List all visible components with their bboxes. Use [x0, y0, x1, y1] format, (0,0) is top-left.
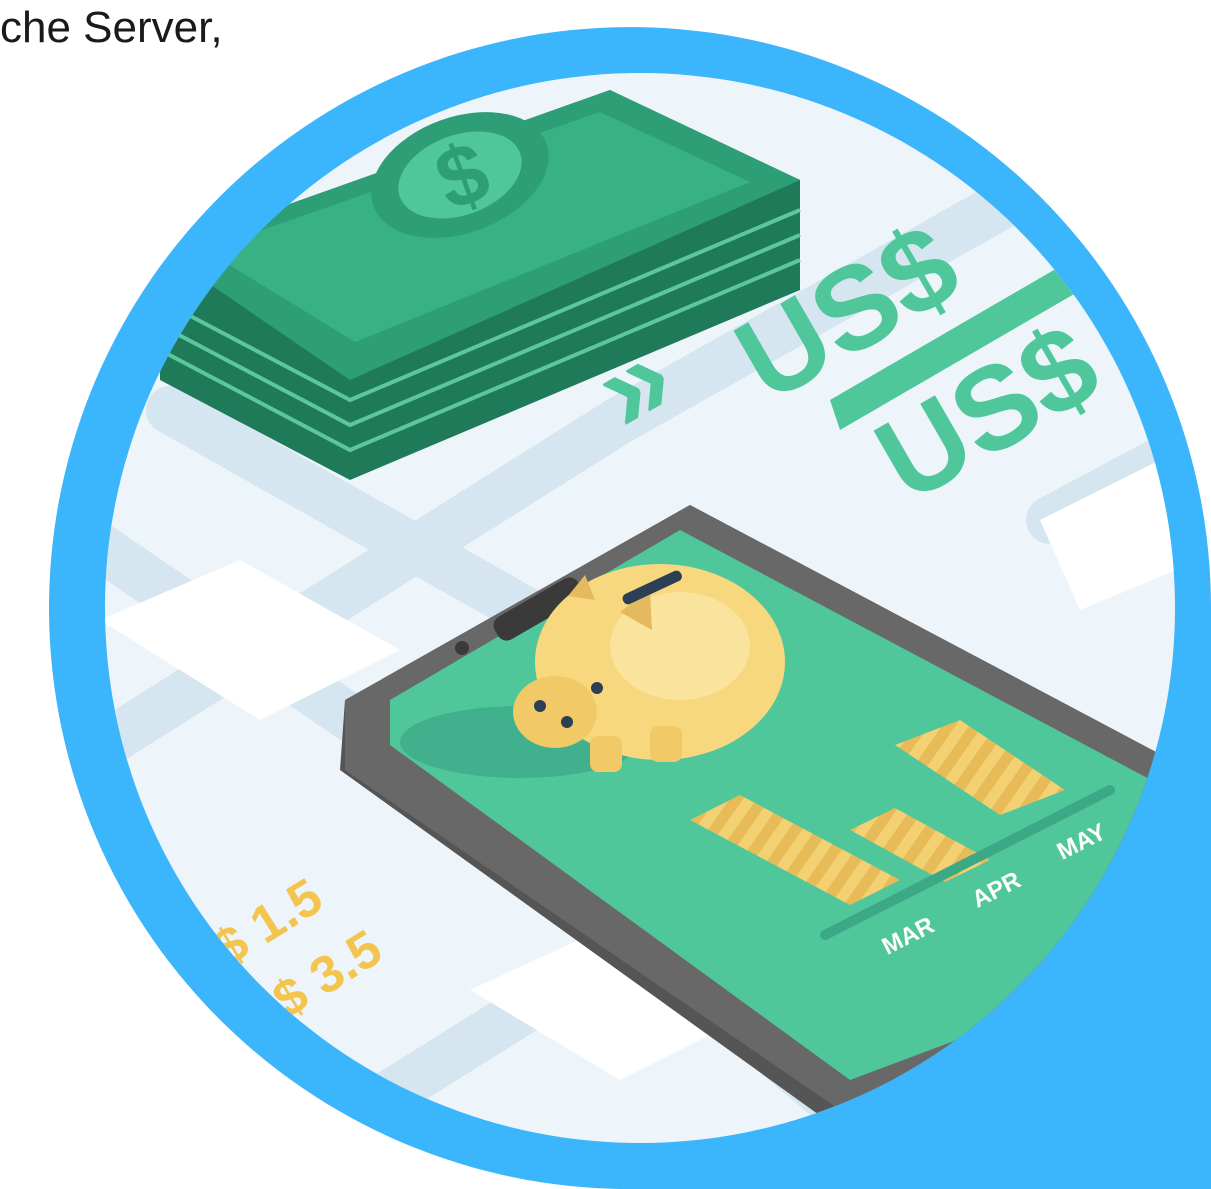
finance-illustration: $ » US$ US$ $ 1.5 S$ 3.5 MAR APR MAY — [49, 27, 1211, 1189]
